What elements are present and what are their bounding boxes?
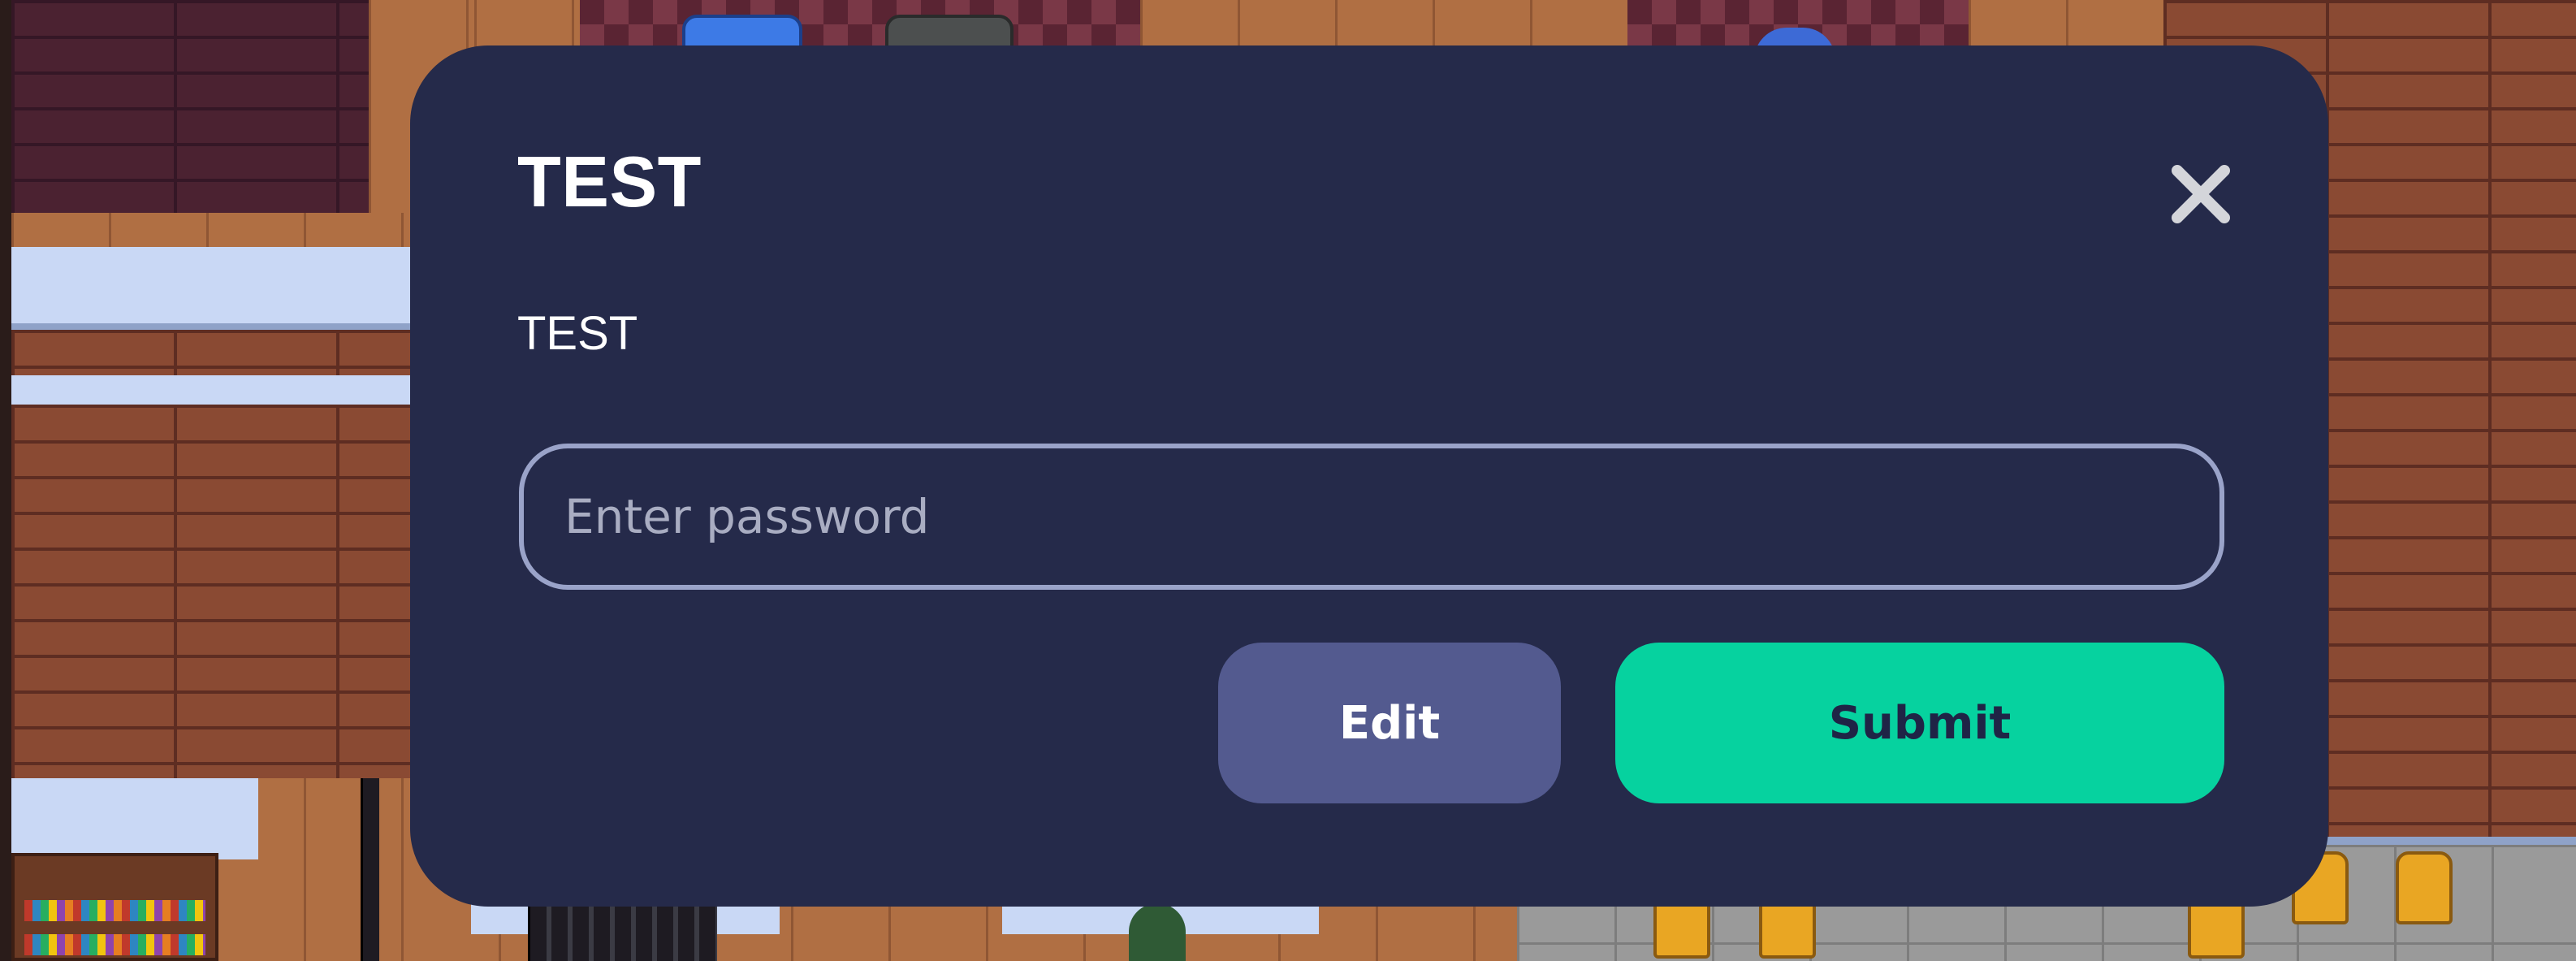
submit-button[interactable]: Submit [1615,643,2224,803]
chair [2396,851,2453,924]
dialog-title: TEST [517,141,702,222]
window-stripe-left-2 [11,375,434,405]
floor-top-left [474,0,580,49]
password-input[interactable] [519,444,2224,590]
window-stripe-left-1-edge [11,323,434,330]
book-row [24,934,205,955]
wall-dark-left [11,0,369,213]
close-icon [2172,165,2230,223]
password-dialog: TEST TEST Edit Submit [410,45,2328,907]
rug-top-left [580,0,1140,49]
floor-top-right [1969,0,2163,49]
close-button[interactable] [2156,149,2245,239]
floor-strip-left [11,213,474,247]
window-stripe-left-1 [11,247,434,328]
plant [1129,903,1186,961]
dark-panel-left [361,778,379,961]
bookshelf [11,853,218,961]
wall-brick-left [11,405,434,778]
wall-brick-left-middle [11,330,434,375]
dialog-message: TEST [517,307,638,360]
floor-top-middle [1140,0,1627,49]
gate-bottom [528,902,717,961]
window-stripe-left-3 [11,778,258,859]
edit-button[interactable]: Edit [1218,643,1561,803]
book-row [24,900,205,921]
